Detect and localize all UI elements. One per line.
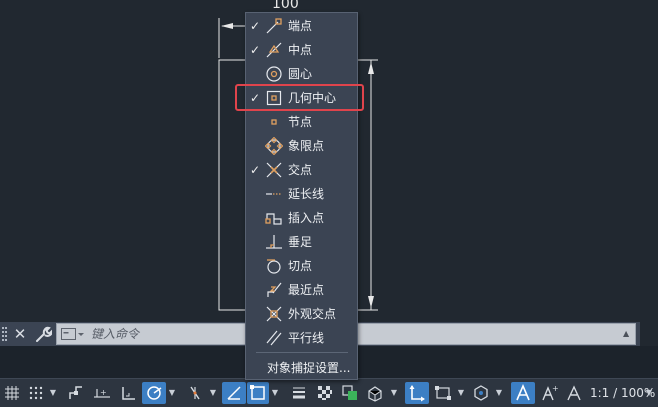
snap-grid-icon[interactable] (26, 382, 46, 404)
check-icon: ✓ (250, 19, 261, 33)
object-snap-settings-item[interactable]: 对象捕捉设置... (246, 356, 357, 378)
selection-cycling-icon[interactable] (339, 382, 361, 404)
dim-right-arrow-bottom (368, 296, 374, 308)
snap-item-label: 平行线 (288, 331, 325, 345)
isometric-drafting-icon[interactable] (184, 382, 206, 404)
annotation-visibility-icon[interactable] (511, 382, 535, 404)
dynamic-input-icon[interactable]: + (92, 382, 112, 404)
snap-item-label: 切点 (288, 259, 313, 273)
dim-right-arrow-top (368, 62, 374, 74)
apparent-intersection-icon (266, 306, 282, 322)
object-snap-menu: ✓ 端点 ✓ 中点 圆心 ✓ 几何中心 节点 象限点 ✓ 交点 延长线 插入点 … (245, 12, 358, 380)
snap-item-endpoint[interactable]: ✓ 端点 (246, 14, 357, 38)
object-snap-tracking-icon[interactable] (222, 382, 246, 404)
midpoint-icon (266, 42, 282, 58)
snap-item-label: 最近点 (288, 283, 325, 297)
grip-handle-icon[interactable] (2, 325, 8, 343)
wrench-icon[interactable] (34, 324, 54, 344)
snap-item-intersection[interactable]: ✓ 交点 (246, 158, 357, 182)
dim-top-text: 100 (272, 0, 299, 12)
command-prompt-icon[interactable] (61, 327, 85, 342)
snap-item-parallel[interactable]: 平行线 (246, 326, 357, 350)
svg-text:+: + (100, 388, 107, 397)
snap-item-nearest[interactable]: 最近点 (246, 278, 357, 302)
chevron-down-icon[interactable]: ▼ (494, 382, 504, 404)
nearest-icon (267, 282, 282, 297)
chevron-down-icon[interactable]: ▼ (456, 382, 466, 404)
selection-filter-icon[interactable] (432, 382, 454, 404)
snap-item-quadrant[interactable]: 象限点 (246, 134, 357, 158)
svg-text:+: + (552, 384, 558, 393)
annotation-scale-icon[interactable] (563, 382, 585, 404)
snap-item-geometric-center[interactable]: ✓ 几何中心 (246, 86, 357, 110)
snap-item-extension[interactable]: 延长线 (246, 182, 357, 206)
close-icon[interactable]: ✕ (12, 324, 28, 344)
snap-item-label: 端点 (288, 19, 313, 33)
auto-scale-icon[interactable]: + (538, 382, 560, 404)
lineweight-icon[interactable] (288, 382, 310, 404)
ortho-icon[interactable] (118, 382, 138, 404)
chevron-down-icon[interactable]: ▼ (389, 382, 399, 404)
snap-item-label: 插入点 (288, 211, 325, 225)
snap-item-perpendicular[interactable]: 垂足 (246, 230, 357, 254)
intersection-icon (266, 162, 282, 178)
perpendicular-icon (266, 235, 282, 249)
snap-item-label: 节点 (288, 115, 313, 129)
gizmo-icon[interactable] (470, 382, 492, 404)
snap-item-label: 几何中心 (288, 91, 337, 105)
extension-icon (266, 193, 282, 195)
grid-icon[interactable] (2, 382, 22, 404)
center-icon (266, 66, 282, 82)
geometric-center-icon (266, 90, 282, 106)
chevron-down-icon[interactable]: ▼ (270, 382, 280, 404)
infer-constraints-icon[interactable] (66, 382, 86, 404)
insertion-icon (265, 213, 282, 225)
polar-tracking-icon[interactable] (142, 382, 166, 404)
dynamic-ucs-icon[interactable] (405, 382, 429, 404)
chevron-down-icon[interactable]: ▼ (208, 382, 218, 404)
node-icon (271, 119, 277, 125)
snap-item-label: 交点 (288, 163, 313, 177)
snap-item-label: 垂足 (288, 235, 313, 249)
object-snap-icon[interactable] (247, 382, 269, 404)
snap-item-apparent-intersection[interactable]: 外观交点 (246, 302, 357, 326)
chevron-down-icon[interactable]: ▼ (167, 382, 177, 404)
snap-item-center[interactable]: 圆心 (246, 62, 357, 86)
check-icon: ✓ (250, 43, 261, 57)
snap-item-label: 圆心 (288, 67, 313, 81)
snap-item-tangent[interactable]: 切点 (246, 254, 357, 278)
snap-item-label: 外观交点 (288, 307, 337, 321)
status-bar: ▼ + ▼ ▼ ▼ ▼ ▼ ▼ + 1:1 / 100% ▼ (0, 378, 658, 407)
parallel-icon (266, 330, 282, 346)
endpoint-icon (266, 18, 282, 34)
snap-item-label: 延长线 (288, 187, 325, 201)
dim-top-arrow (221, 23, 233, 29)
snap-item-label: 象限点 (288, 139, 325, 153)
check-icon: ✓ (250, 163, 261, 177)
snap-item-insertion[interactable]: 插入点 (246, 206, 357, 230)
menu-divider (256, 352, 348, 353)
snap-item-node[interactable]: 节点 (246, 110, 357, 134)
tangent-icon (267, 259, 281, 274)
quadrant-icon (265, 137, 283, 155)
chevron-down-icon[interactable]: ▼ (644, 382, 654, 404)
chevron-down-icon[interactable]: ▼ (48, 382, 58, 404)
command-history-arrow-icon[interactable]: ▲ (623, 330, 633, 338)
transparency-icon[interactable] (314, 382, 336, 404)
check-icon: ✓ (250, 91, 261, 105)
snap-item-midpoint[interactable]: ✓ 中点 (246, 38, 357, 62)
3d-object-snap-icon[interactable] (364, 382, 386, 404)
snap-item-label: 中点 (288, 43, 313, 57)
object-snap-settings-label: 对象捕捉设置... (267, 361, 351, 375)
